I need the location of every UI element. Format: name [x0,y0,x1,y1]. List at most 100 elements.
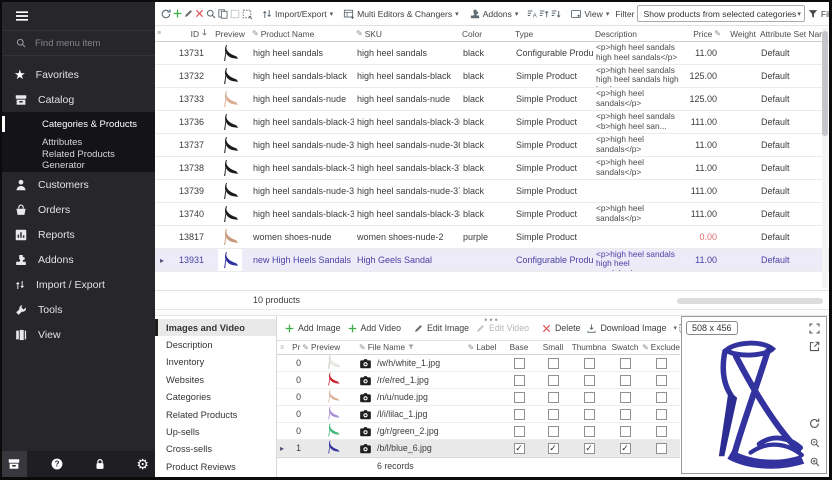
swatch-checkbox[interactable] [620,375,631,386]
detail-tabs: Images and VideoDescriptionInventoryWebs… [155,316,277,477]
sorta-button[interactable]: A [526,4,538,24]
sortup-button[interactable] [538,4,550,24]
table-row[interactable]: ▸13931new High Heels SandalsHigh Geels S… [155,249,829,272]
table-row[interactable]: 13731high heel sandalshigh heel sandalsb… [155,42,829,65]
sidebar-subitem-related-products-generator[interactable]: Related Products Generator [2,151,155,169]
add-image-button[interactable]: Add Image [281,323,344,334]
swatch-checkbox[interactable] [620,392,631,403]
exclude-checkbox[interactable] [656,392,667,403]
table-row[interactable]: 13736high heel sandals-black-36high heel… [155,111,829,134]
exclude-checkbox[interactable] [656,358,667,369]
exclude-checkbox[interactable] [656,443,667,454]
tab-inventory[interactable]: Inventory [155,354,276,371]
base-checkbox[interactable] [514,392,525,403]
tab-cross-sells[interactable]: Cross-sells [155,441,276,458]
tab-categories[interactable]: Categories [155,389,276,406]
addons-menu[interactable]: Addons▾ [467,4,521,24]
thumbnail-checkbox[interactable] [584,375,595,386]
image-row[interactable]: 0/g/r/green_2.jpg [277,423,680,440]
swatch-checkbox[interactable] [620,358,631,369]
sortdown-button[interactable] [550,4,562,24]
filters-menu[interactable]: Filters▾ [805,4,832,24]
image-row[interactable]: ▸1/b/l/blue_6.jpg✓✓✓✓ [277,440,680,457]
panel-splitter[interactable]: ••• [155,309,829,316]
small-checkbox[interactable] [548,375,559,386]
help-button[interactable]: ? [45,451,70,477]
sidebar-item-addons[interactable]: Addons [2,247,155,272]
thumbnail-checkbox[interactable] [584,426,595,437]
table-row[interactable]: 13737high heel sandals-nude-36high heel … [155,134,829,157]
refresh-button[interactable] [160,4,172,24]
paste-button[interactable] [229,4,241,24]
menu-search-input[interactable]: Find menu item [2,30,155,56]
vertical-scrollbar[interactable] [822,28,828,288]
small-checkbox[interactable] [548,358,559,369]
small-checkbox[interactable] [548,392,559,403]
edit-button[interactable] [183,4,194,24]
image-row[interactable]: 0/n/u/nude.jpg [277,389,680,406]
copy-button[interactable] [217,4,229,24]
small-checkbox[interactable] [548,426,559,437]
tab-websites[interactable]: Websites [155,371,276,388]
edit-image-button[interactable]: Edit Image [410,323,472,334]
table-row[interactable]: 13738high heel sandals-black-37high heel… [155,157,829,180]
swatch-checkbox[interactable]: ✓ [620,443,631,454]
tab-images-and-video[interactable]: Images and Video [155,319,276,336]
multi-editors-changers-menu[interactable]: Multi Editors & Changers▾ [341,4,461,24]
image-row[interactable]: 0/l/i/lilac_1.jpg [277,406,680,423]
sidebar-item-customers[interactable]: Customers [2,172,155,197]
tab-up-sells[interactable]: Up-sells [155,423,276,440]
image-row[interactable]: 0/w/h/white_1.jpg [277,355,680,372]
thumbnail-checkbox[interactable] [584,358,595,369]
tab-product-reviews[interactable]: Product Reviews [155,458,276,475]
delete-button[interactable] [194,4,205,24]
base-checkbox[interactable] [514,409,525,420]
search-button[interactable] [205,4,217,24]
lock-button[interactable] [88,451,113,477]
sidebar-item-orders[interactable]: Orders [2,197,155,222]
horizontal-scrollbar[interactable] [677,298,823,304]
store-button[interactable] [2,451,27,477]
category-filter-select[interactable]: Show products from selected categories▾ [637,5,804,22]
swatch-checkbox[interactable] [620,426,631,437]
delete-button[interactable]: Delete [538,323,583,334]
add-button[interactable] [172,4,183,24]
sidebar-subitem-categories-products[interactable]: Categories & Products [2,115,155,133]
tab-description[interactable]: Description [155,336,276,353]
exclude-checkbox[interactable] [656,426,667,437]
table-row[interactable]: 13740high heel sandals-black-38high heel… [155,203,829,226]
sidebar-bottom-bar: ?⚙ [2,451,155,477]
base-checkbox[interactable]: ✓ [514,443,525,454]
image-row[interactable]: 0/r/e/red_1.jpg [277,372,680,389]
exclude-checkbox[interactable] [656,375,667,386]
sidebar-item-view[interactable]: View [2,322,155,347]
sidebar-item-catalog[interactable]: Catalog [2,87,155,112]
tab-related-products[interactable]: Related Products [155,406,276,423]
download-image-button[interactable]: Download Image [583,323,669,334]
swatch-checkbox[interactable] [620,409,631,420]
thumbnail-checkbox[interactable] [584,409,595,420]
sidebar-item-label: Tools [38,304,63,316]
import-export-menu[interactable]: Import/Export▾ [259,4,335,24]
table-row[interactable]: 13733high heel sandals-nudehigh heel san… [155,88,829,111]
view-menu[interactable]: View▾ [568,4,611,24]
small-checkbox[interactable]: ✓ [548,443,559,454]
table-row[interactable]: 13732high heel sandals-blackhigh heel sa… [155,65,829,88]
table-row[interactable]: 13817women shoes-nudewomen shoes-nude-2p… [155,226,829,249]
small-checkbox[interactable] [548,409,559,420]
base-checkbox[interactable] [514,426,525,437]
sidebar-item-favorites[interactable]: ★Favorites [2,62,155,87]
gear-button[interactable]: ⚙ [130,451,155,477]
menu-toggle[interactable] [2,2,155,30]
exclude-checkbox[interactable] [656,409,667,420]
table-row[interactable]: 13739high heel sandals-nude-37high heel … [155,180,829,203]
thumbnail-checkbox[interactable]: ✓ [584,443,595,454]
base-checkbox[interactable] [514,375,525,386]
sidebar-item-tools[interactable]: Tools [2,297,155,322]
sidebar-item-import-export[interactable]: Import / Export [2,272,155,297]
paste-special-button[interactable] [241,4,253,24]
thumbnail-checkbox[interactable] [584,392,595,403]
sidebar-item-reports[interactable]: Reports [2,222,155,247]
add-video-button[interactable]: Add Video [344,323,404,334]
base-checkbox[interactable] [514,358,525,369]
